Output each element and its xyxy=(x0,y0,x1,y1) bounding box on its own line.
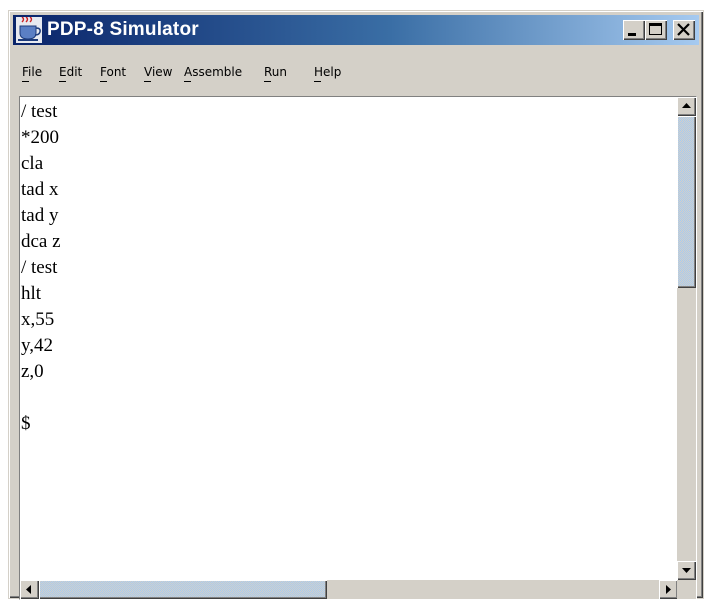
maximize-button[interactable] xyxy=(645,20,667,40)
source-editor[interactable]: / test *200 cla tad x tad y dca z / test… xyxy=(20,97,680,578)
minimize-icon xyxy=(628,33,636,36)
menu-help-label: Help xyxy=(314,65,342,79)
arrow-up-icon xyxy=(682,103,691,108)
window-title: PDP-8 Simulator xyxy=(47,19,199,40)
scroll-up-button[interactable] xyxy=(677,97,696,116)
menu-font[interactable]: Font xyxy=(100,65,127,82)
scrollbar-corner xyxy=(677,580,696,599)
vertical-scroll-thumb[interactable] xyxy=(677,116,696,288)
arrow-left-icon xyxy=(26,585,31,594)
menu-run-label: Run xyxy=(264,65,288,79)
menu-help[interactable]: Help xyxy=(314,65,342,82)
scroll-left-button[interactable] xyxy=(20,580,39,599)
arrow-right-icon xyxy=(666,585,671,594)
editor-scroll-pane: / test *200 cla tad x tad y dca z / test… xyxy=(19,96,697,600)
menu-view[interactable]: View xyxy=(144,65,173,82)
title-bar[interactable]: PDP-8 Simulator xyxy=(13,15,699,45)
menu-file-label: File xyxy=(22,65,43,79)
vertical-scrollbar[interactable] xyxy=(677,97,696,580)
menu-font-label: Font xyxy=(100,65,127,79)
menu-assemble[interactable]: Assemble xyxy=(184,65,243,82)
menu-file[interactable]: File xyxy=(22,65,43,82)
maximize-icon xyxy=(649,23,662,35)
close-icon xyxy=(677,23,690,36)
menu-bar: File Edit Font View Assemble Run Help xyxy=(13,47,699,91)
simulator-window: PDP-8 Simulator File Edit Font View Asse… xyxy=(8,10,704,600)
scroll-right-button[interactable] xyxy=(659,580,678,599)
menu-edit-label: Edit xyxy=(59,65,83,79)
menu-edit[interactable]: Edit xyxy=(59,65,83,82)
horizontal-scrollbar[interactable] xyxy=(20,580,678,599)
java-coffee-cup-icon xyxy=(16,16,42,43)
horizontal-scroll-thumb[interactable] xyxy=(39,580,327,599)
close-button[interactable] xyxy=(673,20,695,40)
menu-run[interactable]: Run xyxy=(264,65,288,82)
scroll-down-button[interactable] xyxy=(677,561,696,580)
arrow-down-icon xyxy=(682,568,691,573)
minimize-button[interactable] xyxy=(623,20,645,40)
menu-view-label: View xyxy=(144,65,173,79)
menu-assemble-label: Assemble xyxy=(184,65,243,79)
